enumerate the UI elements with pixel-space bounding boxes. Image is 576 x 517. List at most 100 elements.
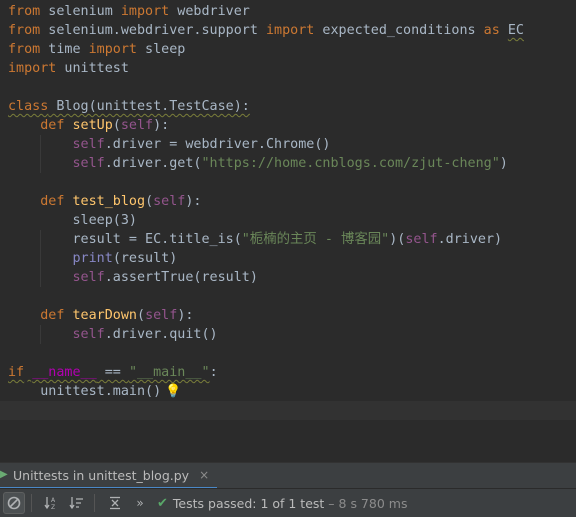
code-line[interactable]: self.assertTrue(result) [8,268,574,287]
collapse-all-icon[interactable] [104,492,126,514]
code-token: webdriver [169,4,250,19]
code-line[interactable] [8,173,574,192]
code-line[interactable]: from selenium import webdriver [8,2,574,21]
code-token: def [40,118,65,133]
code-line[interactable]: import unittest [8,59,574,78]
code-token: as [483,23,500,38]
code-token: import [88,42,137,57]
code-token: setUp [72,118,113,133]
code-token: self [120,118,154,133]
status-main: Tests passed: [172,495,261,511]
code-line[interactable]: print(result) [8,249,574,268]
code-token: ): [177,308,194,323]
code-token: self [405,232,438,247]
code-token: ( [145,194,154,209]
code-line[interactable]: if __name__ == "__main__": [8,363,574,382]
code-line[interactable]: self.driver.get("https://home.cnblogs.co… [8,154,574,173]
code-token: time [40,42,89,57]
code-token: Blog(unittest.TestCase): [48,99,250,114]
code-token: unittest [56,61,129,76]
code-token: selenium [40,4,121,19]
code-token: selenium.webdriver.support [40,23,266,38]
code-line[interactable]: def test_blog(self): [8,192,574,211]
code-token: __name__ [32,365,97,380]
code-line[interactable]: self.driver.quit() [8,325,574,344]
run-tool-window-header: ▶ Unittests in unittest_blog.py × [0,462,576,489]
status-text: Tests passed: 1 of 1 test – 8 s 780 ms [173,496,408,511]
code-token: .driver = webdriver.Chrome() [104,137,331,152]
code-editor[interactable]: from selenium import webdriver from selen… [0,0,576,436]
code-token: import [120,4,170,19]
sort-alpha-icon[interactable]: AZ [41,492,63,514]
code-line[interactable] [8,344,574,363]
more-icon[interactable]: » [129,492,151,514]
code-token: "栀楠的主页 - 博客园" [241,232,390,247]
code-token: if [8,365,25,380]
code-token: )( [389,232,406,247]
code-line[interactable]: result = EC.title_is("栀楠的主页 - 博客园")(self… [8,230,574,249]
code-token: expected_conditions [314,23,484,38]
close-icon[interactable]: × [199,468,209,482]
code-line[interactable]: self.driver = webdriver.Chrome() [8,135,574,154]
code-line[interactable] [8,78,574,97]
code-line[interactable] [8,287,574,306]
code-token: == [96,365,129,380]
code-token: from [8,42,41,57]
code-line[interactable] [0,401,576,420]
code-line[interactable]: from selenium.webdriver.support import e… [8,21,574,40]
code-token: : [209,365,218,380]
code-token: .driver.quit() [104,327,218,342]
code-token: test_blog [72,194,146,209]
code-token: def [40,194,65,209]
code-token: print [72,251,113,266]
code-token: ( [112,118,121,133]
code-line[interactable]: def setUp(self): [8,116,574,135]
check-icon: ✔ [157,495,168,511]
code-token: unittest.main() [8,384,162,399]
code-token: from [8,4,41,19]
code-token: self [72,270,105,285]
code-token: ( [137,308,146,323]
code-line[interactable]: sleep(3) [8,211,574,230]
code-token: from [8,23,41,38]
code-token: .driver.get( [104,156,202,171]
status-count: 1 of 1 test [260,495,325,511]
code-line[interactable]: class Blog(unittest.TestCase): [8,97,574,116]
code-token: result = EC.title_is( [8,232,242,247]
code-token: sleep [137,42,186,57]
toolbar-separator [94,494,95,512]
code-token: (result) [112,251,178,266]
code-line[interactable]: def tearDown(self): [8,306,574,325]
code-line[interactable]: from time import sleep [8,40,574,59]
svg-text:A: A [51,497,56,504]
code-token: self [72,327,105,342]
run-tab[interactable]: ▶ Unittests in unittest_blog.py × [0,463,218,489]
stop-icon[interactable] [3,492,25,514]
code-line[interactable]: unittest.main() 💡 [8,382,574,401]
lightbulb-icon[interactable]: 💡 [165,384,181,399]
code-token: .assertTrue(result) [104,270,258,285]
code-token: ) [499,156,508,171]
svg-text:Z: Z [51,504,55,510]
code-token: "__main__" [128,365,210,380]
code-area[interactable]: from selenium import webdriver from selen… [0,2,576,420]
code-token: self [72,137,105,152]
status-time: – 8 s 780 ms [324,495,408,511]
test-status: ✔ Tests passed: 1 of 1 test – 8 s 780 ms [157,496,407,511]
code-token: "https://home.cnblogs.com/zjut-cheng" [201,156,500,171]
run-toolbar: AZ » ✔ Tests passed: 1 of 1 test – 8 s 7… [0,488,576,517]
code-token: ): [185,194,202,209]
sort-duration-icon[interactable] [66,492,88,514]
code-token: import [8,61,57,76]
